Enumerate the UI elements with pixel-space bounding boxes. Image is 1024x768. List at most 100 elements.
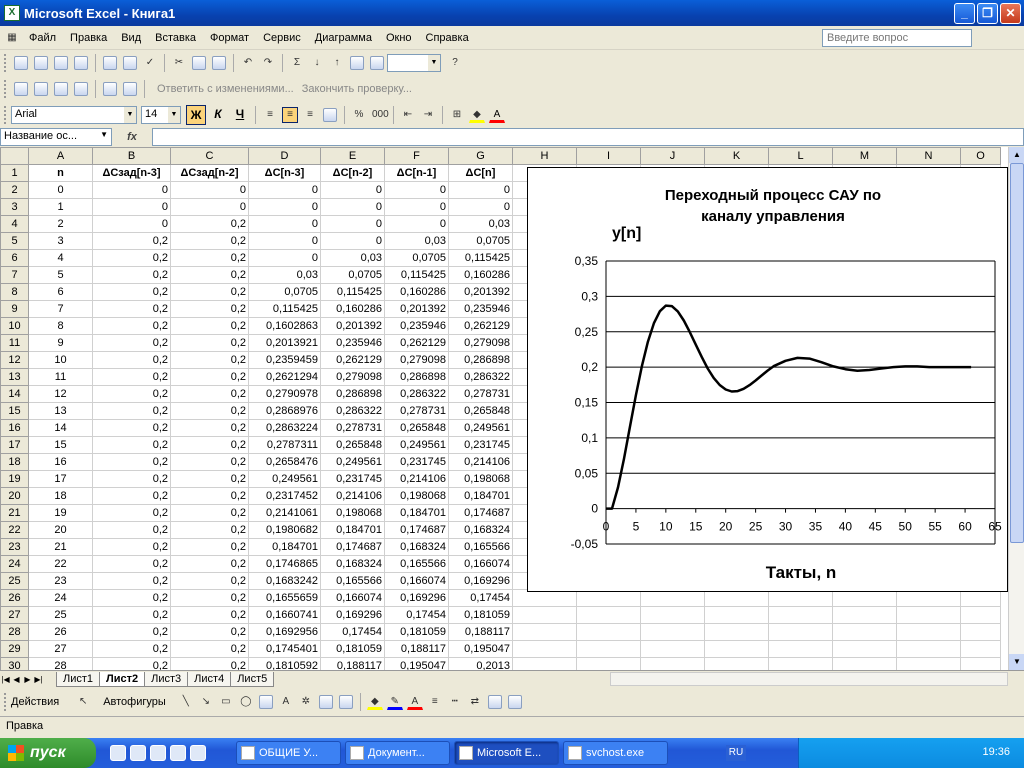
cell[interactable]: 0,214106 [384, 470, 449, 488]
cell[interactable]: 0,265848 [384, 419, 449, 437]
cell[interactable]: 9 [28, 334, 93, 352]
cell[interactable]: 0,214106 [320, 487, 385, 505]
cell[interactable]: 19 [28, 504, 93, 522]
cell[interactable]: 0,188117 [320, 657, 385, 670]
sheet-tab-1[interactable]: Лист1 [56, 671, 101, 687]
rectangle-icon[interactable]: ▭ [218, 694, 234, 710]
row-header[interactable]: 19 [0, 470, 29, 488]
cell[interactable]: 0,249561 [384, 436, 449, 454]
cell[interactable]: 0,195047 [384, 657, 449, 670]
row-header[interactable]: 25 [0, 572, 29, 590]
cell[interactable]: 0,0705 [248, 283, 321, 301]
cell[interactable]: 0 [248, 249, 321, 267]
row-header[interactable]: 23 [0, 538, 29, 556]
cell[interactable]: 0,2 [92, 487, 171, 505]
cell[interactable]: 0,165566 [448, 538, 513, 556]
row-header[interactable]: 27 [0, 606, 29, 624]
cell[interactable]: 0,262129 [448, 317, 513, 335]
name-box[interactable]: Название ос... ▼ [0, 128, 112, 146]
cell[interactable]: 5 [28, 266, 93, 284]
cell[interactable]: 0,166074 [320, 589, 385, 607]
cell[interactable]: 0,2 [92, 283, 171, 301]
cell[interactable]: ΔСзад[n-2] [170, 164, 249, 182]
cell[interactable]: 0,195047 [448, 640, 513, 658]
next-sheet-button[interactable]: ▶ [22, 675, 33, 684]
cell[interactable]: 0,2 [170, 249, 249, 267]
cell[interactable]: 0,160286 [448, 266, 513, 284]
cell[interactable]: 0,2 [92, 606, 171, 624]
row-header[interactable]: 3 [0, 198, 29, 216]
review-icon-5[interactable] [102, 81, 118, 97]
fill-color-icon[interactable]: ◆ [469, 107, 485, 123]
cell[interactable] [832, 606, 897, 624]
cell[interactable]: 28 [28, 657, 93, 670]
cell[interactable]: 0,2 [170, 351, 249, 369]
cell[interactable]: 0,235946 [320, 334, 385, 352]
cell[interactable]: 0,181059 [384, 623, 449, 641]
cell[interactable]: 0,2 [92, 436, 171, 454]
row-header[interactable]: 11 [0, 334, 29, 352]
cell[interactable]: 0,2 [170, 385, 249, 403]
drawing-icon[interactable] [369, 55, 385, 71]
workbook-icon[interactable]: ▦ [4, 30, 20, 46]
row-header[interactable]: 28 [0, 623, 29, 641]
align-right-icon[interactable]: ≡ [302, 107, 318, 123]
cell[interactable]: 0 [248, 198, 321, 216]
cell[interactable]: 0,168324 [320, 555, 385, 573]
cell[interactable]: 0 [92, 181, 171, 199]
cell[interactable] [832, 640, 897, 658]
cell[interactable]: 0,2 [170, 504, 249, 522]
align-left-icon[interactable]: ≡ [262, 107, 278, 123]
font-combo[interactable]: Arial ▼ [11, 106, 137, 124]
sheet-tab-3[interactable]: Лист3 [144, 671, 189, 687]
column-header-K[interactable]: K [704, 147, 769, 165]
row-header[interactable]: 8 [0, 283, 29, 301]
sort-asc-icon[interactable]: ↓ [309, 55, 325, 71]
redo-icon[interactable]: ↷ [260, 55, 276, 71]
line-color-icon[interactable]: ✎ [386, 694, 403, 710]
cell[interactable]: 0,2 [92, 521, 171, 539]
cell[interactable]: ΔС[n] [448, 164, 513, 182]
cell[interactable]: 0 [448, 198, 513, 216]
outdent-icon[interactable]: ⇥ [420, 107, 436, 123]
cell[interactable]: 0 [248, 215, 321, 233]
sheet-tab-4[interactable]: Лист4 [187, 671, 232, 687]
row-header[interactable]: 6 [0, 249, 29, 267]
chart-area[interactable]: Переходный процесс САУ по каналу управлен… [527, 167, 1008, 592]
cell[interactable]: 3 [28, 232, 93, 250]
column-header-J[interactable]: J [640, 147, 705, 165]
cell[interactable]: 0,2 [170, 215, 249, 233]
row-header[interactable]: 18 [0, 453, 29, 471]
cell[interactable]: 12 [28, 385, 93, 403]
undo-icon[interactable]: ↶ [240, 55, 256, 71]
cell[interactable]: 0,160286 [384, 283, 449, 301]
row-header[interactable]: 12 [0, 351, 29, 369]
cell[interactable]: 0,2 [92, 453, 171, 471]
cell[interactable] [576, 640, 641, 658]
cell[interactable]: 0,115425 [384, 266, 449, 284]
cell[interactable] [960, 640, 1001, 658]
cell[interactable]: 23 [28, 572, 93, 590]
cell[interactable]: 4 [28, 249, 93, 267]
cell[interactable]: 0,184701 [320, 521, 385, 539]
line-style-icon[interactable]: ≡ [427, 694, 443, 710]
cell[interactable]: 0,2 [170, 623, 249, 641]
cell[interactable]: 0,181059 [448, 606, 513, 624]
cell[interactable] [640, 606, 705, 624]
column-header-A[interactable]: A [28, 147, 93, 165]
cell[interactable]: 2 [28, 215, 93, 233]
cell[interactable] [768, 623, 833, 641]
cell[interactable]: 0,169296 [448, 572, 513, 590]
cell[interactable]: 6 [28, 283, 93, 301]
close-button[interactable]: ✕ [1000, 3, 1021, 24]
start-button[interactable]: пуск [0, 738, 96, 768]
cell[interactable]: 0 [248, 181, 321, 199]
cell[interactable]: 0,2 [170, 402, 249, 420]
cell[interactable]: 0,174687 [320, 538, 385, 556]
cell[interactable]: 0 [320, 232, 385, 250]
sheet-tab-5[interactable]: Лист5 [230, 671, 275, 687]
cell[interactable]: 0,2 [170, 589, 249, 607]
menu-tools[interactable]: Сервис [256, 32, 308, 44]
column-header-L[interactable]: L [768, 147, 833, 165]
cell[interactable]: 0,17454 [384, 606, 449, 624]
